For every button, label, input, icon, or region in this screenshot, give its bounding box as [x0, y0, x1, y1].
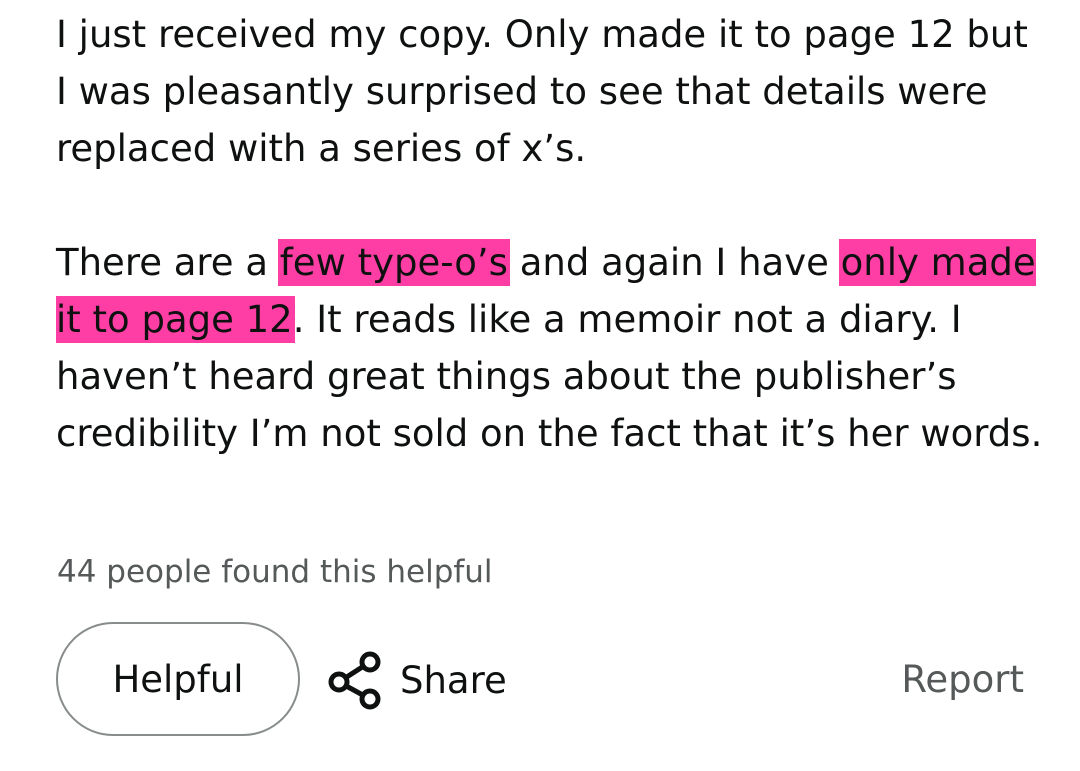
highlight-typos: few type-o’s [279, 241, 508, 284]
review-paragraph-1: I just received my copy. Only made it to… [56, 13, 1028, 170]
review-paragraph-2-part-2: and again I have [507, 241, 841, 284]
review-text: I just received my copy. Only made it to… [56, 6, 1046, 462]
share-icon [326, 650, 384, 710]
helpful-count: 44 people found this helpful [57, 554, 493, 590]
review-actions: Helpful Share Report [0, 622, 1080, 740]
review-paragraph-2: There are a few type-o’s and again I hav… [56, 234, 1046, 462]
share-label: Share [400, 658, 507, 702]
review-paragraph-2-part-1: There are a [56, 241, 280, 284]
report-link[interactable]: Report [901, 654, 1024, 706]
share-button[interactable]: Share [326, 648, 507, 712]
helpful-button[interactable]: Helpful [56, 622, 300, 736]
